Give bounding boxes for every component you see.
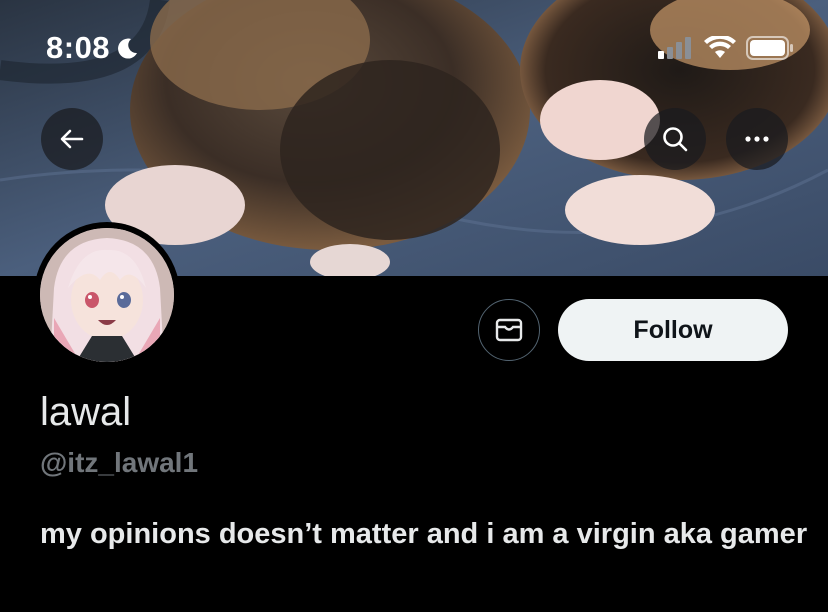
avatar-illustration xyxy=(40,228,174,362)
avatar-image xyxy=(40,228,174,362)
battery-icon xyxy=(746,36,793,60)
display-name: lawal xyxy=(40,390,132,434)
time-text: 8:08 xyxy=(46,30,111,65)
more-horizontal-icon xyxy=(745,136,769,142)
avatar[interactable] xyxy=(34,222,180,368)
more-button[interactable] xyxy=(726,108,788,170)
search-icon xyxy=(663,127,688,152)
wifi-icon xyxy=(704,36,736,58)
moon-icon xyxy=(118,38,138,59)
cellular-signal-icon xyxy=(658,37,691,59)
user-handle: @itz_lawal1 xyxy=(40,447,199,478)
search-button[interactable] xyxy=(644,108,706,170)
back-button[interactable] xyxy=(41,108,103,170)
status-bar-right xyxy=(658,36,794,60)
profile-bio: my opinions doesn’t matter and i am a vi… xyxy=(40,518,808,550)
follow-button[interactable]: Follow xyxy=(558,299,788,361)
status-bar-time: 8:08 xyxy=(46,30,140,66)
message-button[interactable] xyxy=(478,299,540,361)
envelope-icon xyxy=(495,318,523,342)
arrow-left-icon xyxy=(60,129,84,149)
